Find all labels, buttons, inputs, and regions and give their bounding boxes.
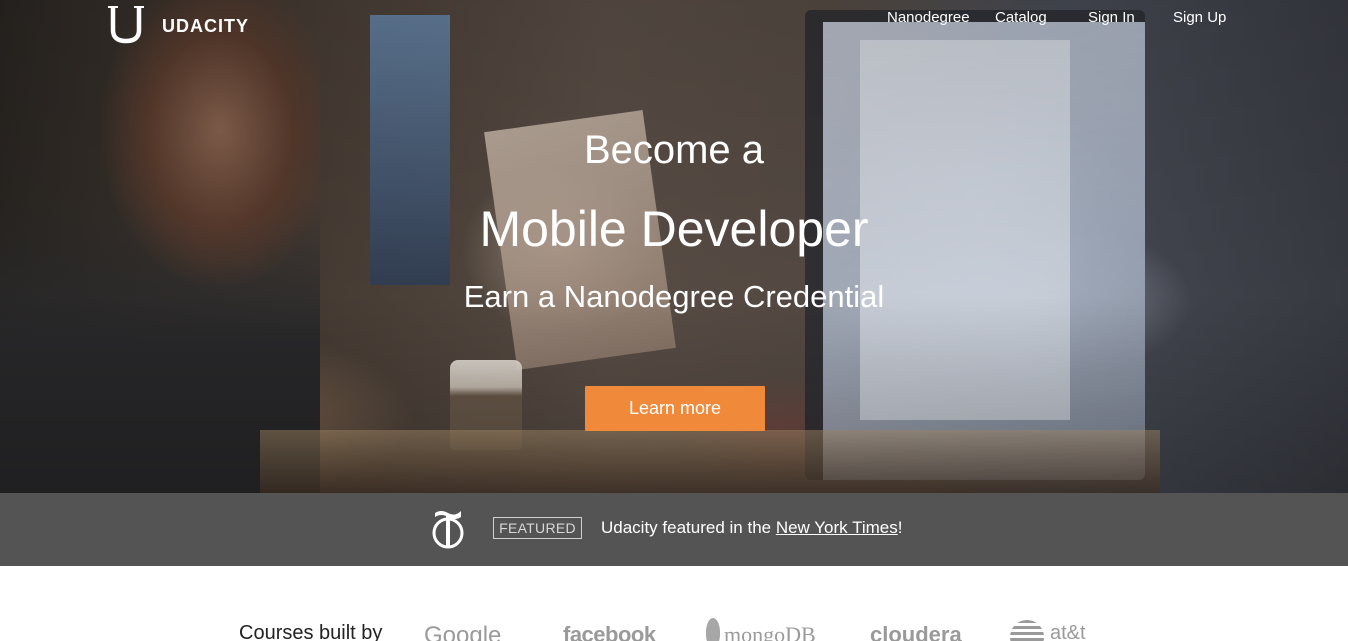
att-logo: at&t xyxy=(1050,622,1086,641)
featured-text-suffix: ! xyxy=(897,518,903,537)
featured-text: Udacity featured in the New York Times! xyxy=(601,518,902,538)
hero-headline-intro: Become a xyxy=(583,128,765,172)
google-logo: Google xyxy=(424,622,502,641)
hero-banner: UDACITY Nanodegree Catalog Sign In Sign … xyxy=(0,0,1348,493)
featured-text-prefix: Udacity featured in the xyxy=(601,518,776,537)
nav-catalog-link[interactable]: Catalog xyxy=(995,9,1047,26)
nyt-link[interactable]: New York Times xyxy=(776,518,898,537)
hero-subheadline: Earn a Nanodegree Credential xyxy=(463,279,885,314)
brand-logo[interactable]: UDACITY xyxy=(107,4,249,44)
nyt-logo-icon[interactable] xyxy=(431,507,465,551)
brand-name: UDACITY xyxy=(162,15,249,36)
featured-bar: FEATURED Udacity featured in the New Yor… xyxy=(0,493,1348,566)
att-globe-icon xyxy=(1010,620,1044,641)
mongodb-leaf-icon xyxy=(706,618,720,641)
partners-label: Courses built by xyxy=(239,622,383,641)
featured-badge: FEATURED xyxy=(493,517,582,539)
udacity-logo-icon xyxy=(108,6,144,44)
mongodb-logo: mongoDB xyxy=(724,622,816,641)
nav-nanodegree-link[interactable]: Nanodegree xyxy=(887,9,970,26)
nav-sign-in-link[interactable]: Sign In xyxy=(1088,9,1135,26)
nav-sign-up-link[interactable]: Sign Up xyxy=(1173,9,1226,26)
hero-headline-main: Mobile Developer xyxy=(479,201,869,257)
cloudera-logo: cloudera xyxy=(870,622,962,641)
facebook-logo: facebook xyxy=(563,622,656,641)
learn-more-button[interactable]: Learn more xyxy=(585,386,765,431)
